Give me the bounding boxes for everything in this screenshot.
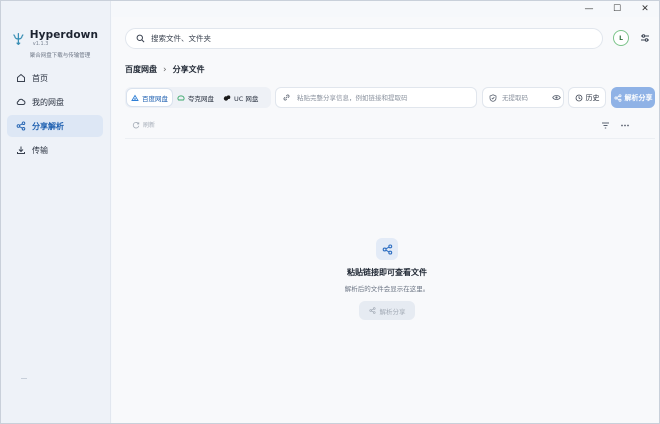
app-title: Hyperdown [29,29,99,41]
maximize-button[interactable]: ☐ [603,1,631,17]
empty-parse-button[interactable]: 解析分享 [359,301,415,320]
refresh-icon [132,121,140,128]
provider-uc-tab[interactable]: UC 网盘 [219,89,262,106]
shield-icon [489,93,497,102]
parse-share-button[interactable]: 解析分享 [611,87,655,108]
empty-state: 粘贴链接即可查看文件 解析后的文件会显示在这里。 解析分享 [312,238,462,320]
history-icon [575,94,582,101]
search-icon [136,34,145,43]
cloud-icon [16,98,26,105]
quark-drive-icon [177,95,185,100]
home-icon [17,73,25,82]
baidu-drive-icon [131,94,139,101]
uc-drive-icon [223,94,231,101]
share-link-field[interactable] [275,87,477,108]
refresh-label: 刷新 [143,122,156,129]
sidebar-item-label: 分享解析 [32,121,64,131]
empty-state-title: 粘贴链接即可查看文件 [347,268,427,277]
share-toolbar: 百度网盘 夸克网盘 UC 网盘 粘贴完整分享信息，例如链接和提取码 无提取码 历… [125,87,655,109]
search-bar[interactable] [125,28,603,49]
parse-share-label: 解析分享 [624,93,653,102]
close-button[interactable]: ✕ [631,1,659,17]
window-controls: — ☐ ✕ [575,1,659,17]
share-link-input[interactable] [297,93,467,102]
app-window: — ☐ ✕ Hyperdown v1.1.3 聚合网盘下载与传输管理 首页 我的… [0,0,660,424]
sidebar-item-share-parse[interactable]: 分享解析 [7,115,103,137]
empty-parse-label: 解析分享 [379,307,406,316]
more-icon[interactable] [620,121,630,130]
provider-label: 夸克网盘 [188,94,214,103]
main-content: L 百度网盘 › 分享文件 百度网盘 夸克网盘 [112,17,659,423]
app-version: v1.1.3 [32,41,49,47]
app-subtitle: 聚合网盘下载与传输管理 [29,53,91,59]
sidebar-item-label: 首页 [32,73,48,83]
minimize-button[interactable]: — [575,1,603,17]
file-list-toolbar: 刷新 [132,120,635,132]
brand: Hyperdown v1.1.3 聚合网盘下载与传输管理 [13,29,110,59]
avatar[interactable]: L [613,30,629,46]
share-icon [613,93,621,102]
provider-label: 百度网盘 [142,94,168,103]
eye-icon[interactable] [552,93,561,102]
provider-baidu-tab[interactable]: 百度网盘 [127,89,172,106]
breadcrumb-separator: › [163,64,167,75]
refresh-button[interactable]: 刷新 [132,120,155,129]
empty-state-icon-badge [376,238,398,260]
download-icon [17,146,25,154]
share-icon [16,121,26,131]
share-icon [368,307,376,314]
history-label: 历史 [585,93,600,102]
search-input[interactable] [151,34,571,43]
sidebar-item-label: 传输 [32,145,48,155]
share-icon [382,243,392,255]
extract-code-field[interactable] [482,87,564,108]
sidebar-item-my-drive[interactable]: 我的网盘 [7,91,103,113]
provider-label: UC 网盘 [234,94,259,103]
filter-icon[interactable] [601,121,610,130]
sidebar-item-transfer[interactable]: 传输 [7,139,103,161]
app-logo-icon [13,32,24,46]
sidebar: Hyperdown v1.1.3 聚合网盘下载与传输管理 首页 我的网盘 分享解… [1,1,111,423]
history-button[interactable]: 历史 [568,87,606,108]
breadcrumb-current: 分享文件 [172,65,205,74]
link-icon [283,94,290,101]
breadcrumb-root[interactable]: 百度网盘 [125,64,157,75]
extract-code-input[interactable] [502,93,548,102]
sidebar-nav: 首页 我的网盘 分享解析 传输 [7,67,103,163]
breadcrumb: 百度网盘 › 分享文件 [125,64,205,75]
sidebar-item-home[interactable]: 首页 [7,67,103,89]
sliders-icon[interactable] [639,32,651,44]
sidebar-divider [21,378,27,379]
list-divider [125,138,655,139]
provider-quark-tab[interactable]: 夸克网盘 [173,89,218,106]
sidebar-item-label: 我的网盘 [32,97,64,107]
provider-switcher: 百度网盘 夸克网盘 UC 网盘 [125,87,271,108]
empty-state-subtitle: 解析后的文件会显示在这里。 [344,285,430,293]
